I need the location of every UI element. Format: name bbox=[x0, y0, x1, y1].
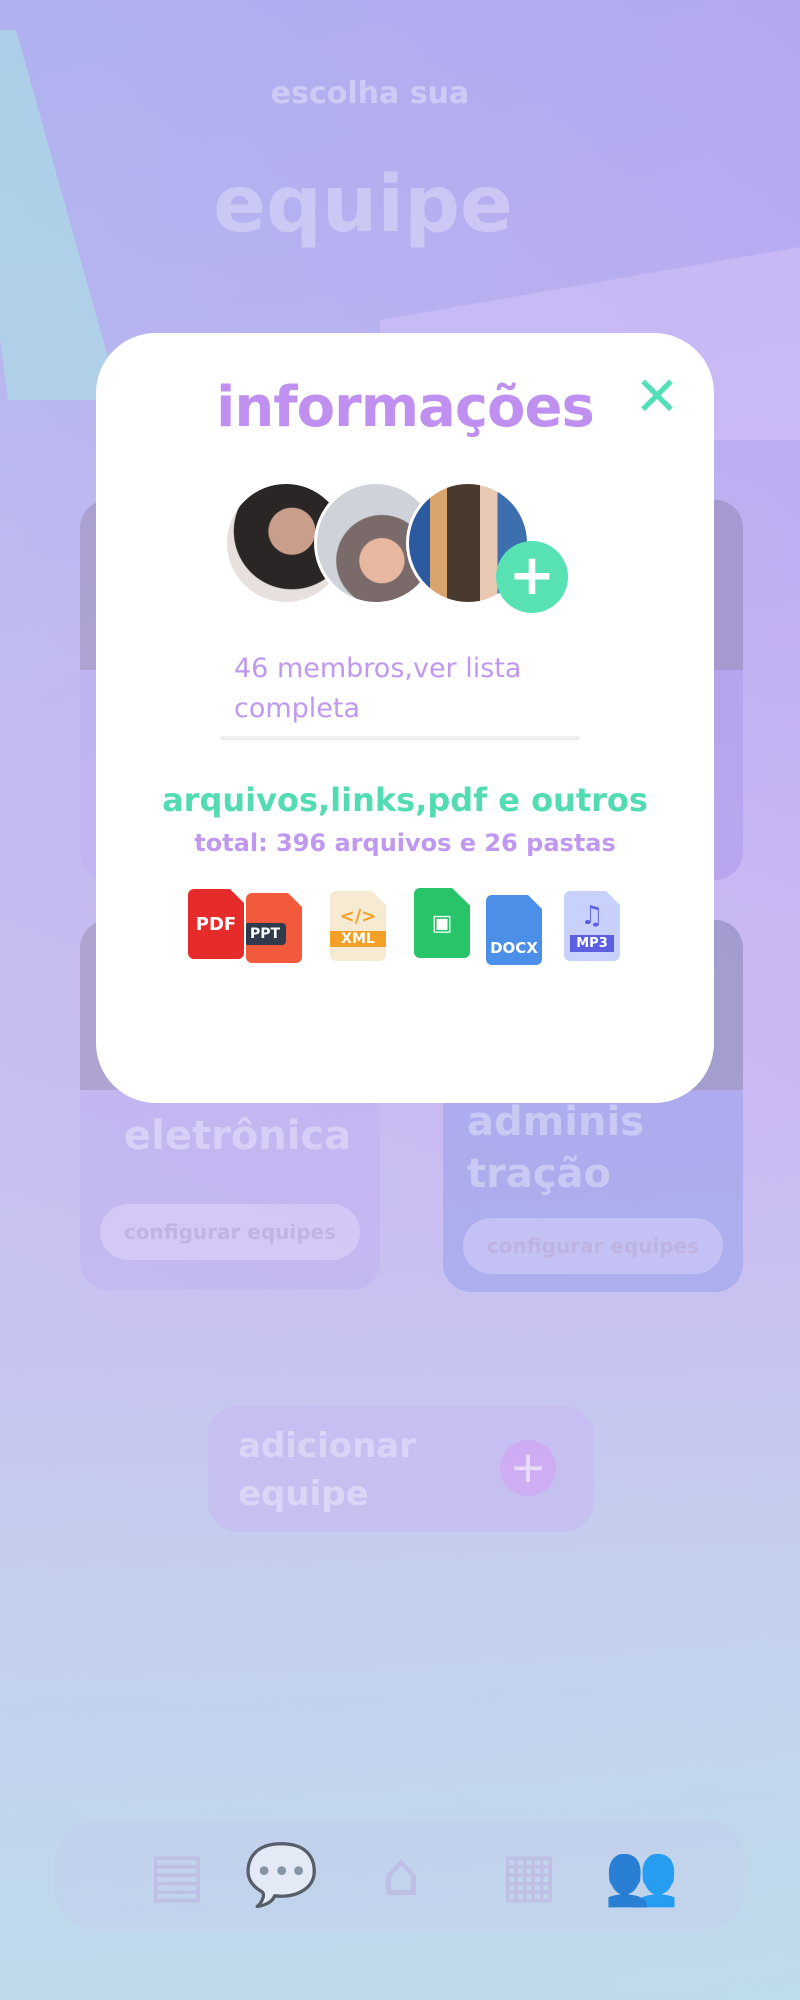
ppt-label: PPT bbox=[246, 923, 287, 945]
chat-icon[interactable]: 💬 bbox=[244, 1840, 319, 1910]
add-team-label: adicionar equipe bbox=[238, 1426, 417, 1514]
music-note-glyph: ♫ bbox=[580, 900, 604, 931]
configure-team-button[interactable]: configurar equipes bbox=[100, 1204, 360, 1260]
ppt-file-icon[interactable]: PPT bbox=[246, 893, 302, 963]
modal-title: informações bbox=[216, 375, 595, 440]
clipboard-icon[interactable]: ▤ bbox=[142, 1840, 212, 1910]
plus-icon: + bbox=[500, 1440, 556, 1496]
page-subtitle: escolha sua bbox=[270, 76, 470, 111]
calendar-icon[interactable]: ▦ bbox=[494, 1840, 564, 1910]
files-section-title: arquivos,links,pdf e outros bbox=[162, 781, 648, 819]
divider bbox=[220, 736, 580, 740]
mp3-file-icon[interactable]: ♫ MP3 bbox=[564, 891, 620, 961]
image-file-icon[interactable]: ▣ bbox=[414, 888, 470, 958]
add-member-icon[interactable]: + bbox=[496, 541, 568, 613]
files-total: total: 396 arquivos e 26 pastas bbox=[194, 829, 616, 857]
page-title: equipe bbox=[213, 160, 513, 250]
info-modal: informações ✕ + 46 membros,ver lista com… bbox=[96, 333, 714, 1103]
docx-label: DOCX bbox=[490, 939, 538, 957]
pdf-file-icon[interactable]: PDF bbox=[188, 889, 244, 959]
mp3-label: MP3 bbox=[570, 934, 614, 952]
group-icon[interactable]: 👥 bbox=[604, 1840, 679, 1910]
members-list-link[interactable]: 46 membros,ver lista completa bbox=[234, 649, 594, 729]
configure-team-button[interactable]: configurar equipes bbox=[463, 1218, 723, 1274]
home-icon[interactable]: ⌂ bbox=[366, 1840, 436, 1910]
team-card-label: eletrônica bbox=[124, 1113, 352, 1159]
xml-file-icon[interactable]: </> XML bbox=[330, 891, 386, 961]
docx-file-icon[interactable]: DOCX bbox=[486, 895, 542, 965]
add-team-button[interactable]: adicionar equipe + bbox=[208, 1406, 594, 1532]
team-card-label: adminis tração bbox=[467, 1099, 645, 1197]
code-glyph: </> bbox=[339, 905, 377, 927]
xml-label: XML bbox=[330, 930, 386, 947]
close-icon[interactable]: ✕ bbox=[633, 370, 681, 424]
member-avatars: + bbox=[224, 481, 568, 613]
